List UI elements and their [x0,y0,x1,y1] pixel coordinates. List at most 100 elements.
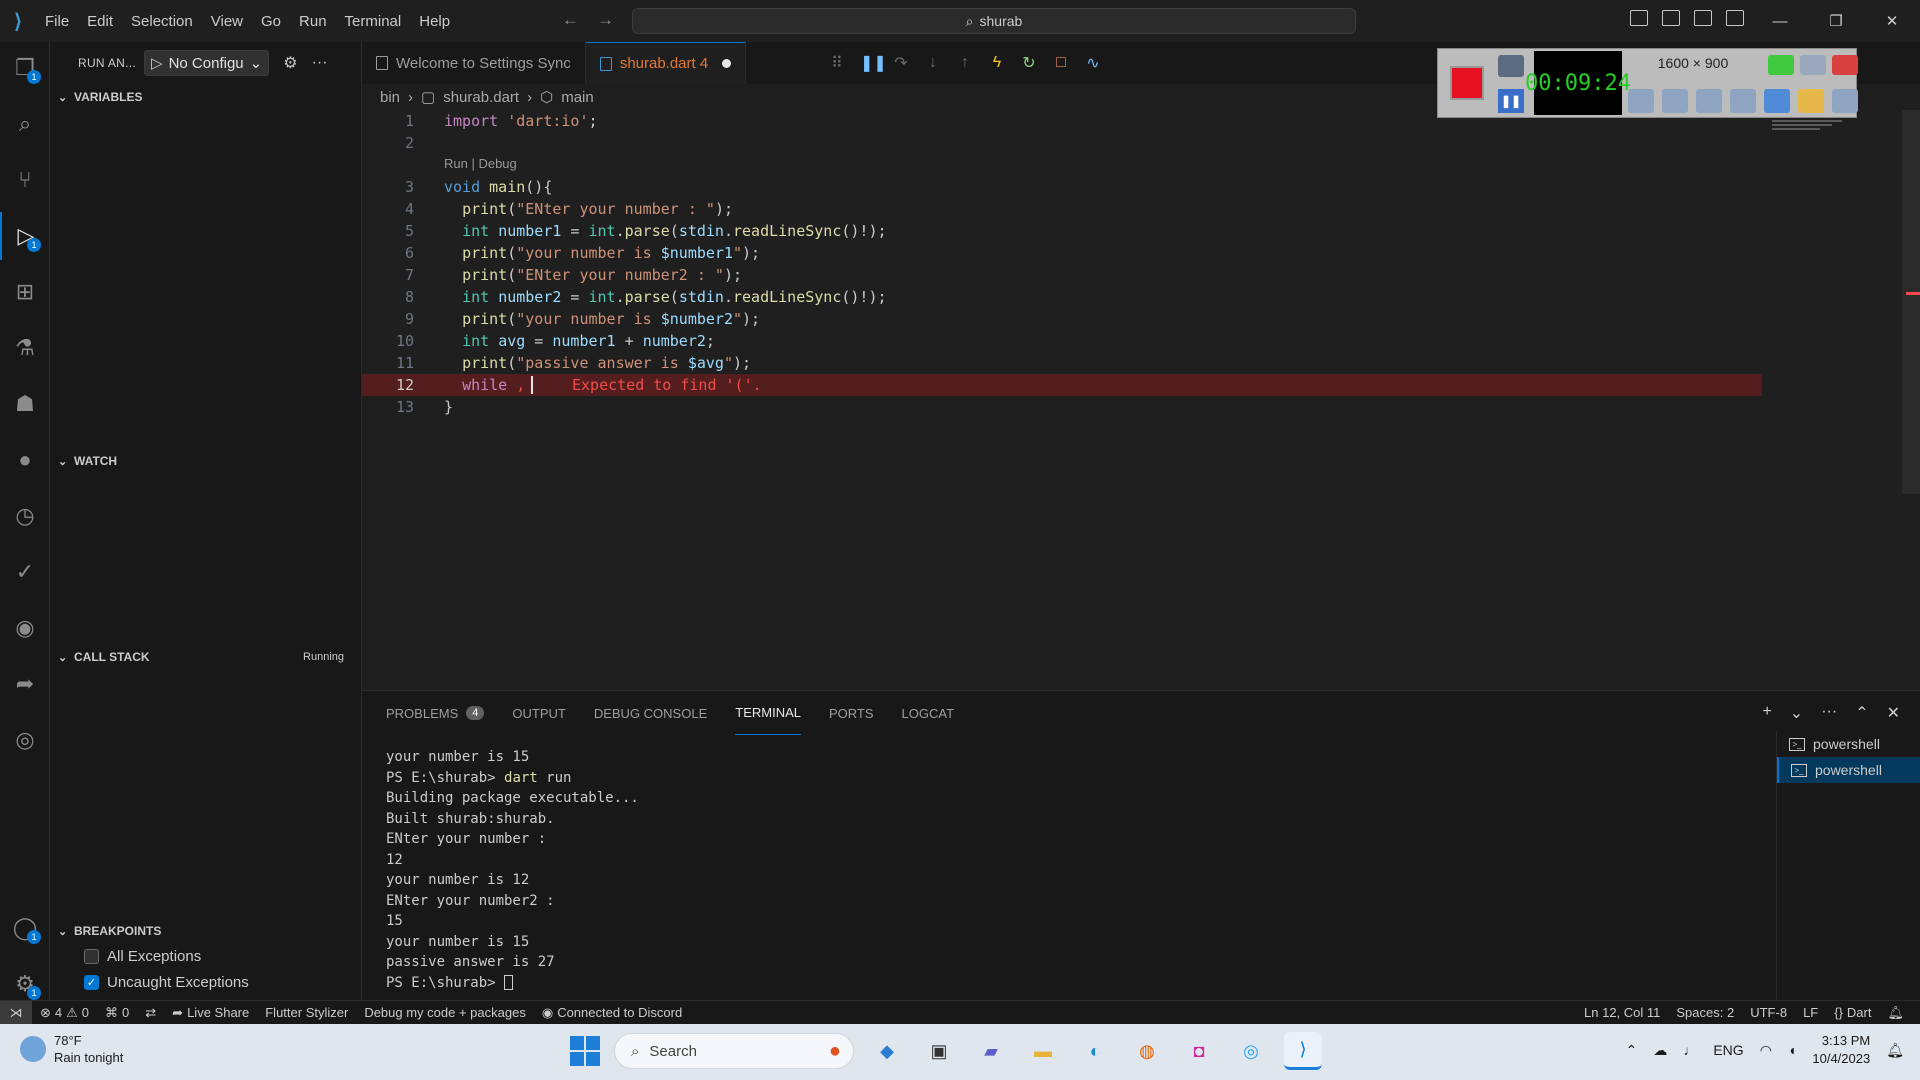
maximize-panel-icon[interactable]: ⌃ [1855,703,1868,723]
camera-icon[interactable] [1498,55,1524,77]
tab-welcome-settings-sync[interactable]: Welcome to Settings Sync [362,42,586,84]
clock[interactable]: 3:13 PM 10/4/2023 [1812,1032,1870,1068]
weather-widget[interactable]: 78°F Rain tonight [20,1032,123,1066]
record-stop-button[interactable] [1450,66,1484,100]
terminal-item-selected[interactable]: >_ powershell [1777,757,1920,783]
instagram-icon[interactable]: ◘ [1180,1032,1218,1070]
extensions-icon[interactable]: ⊞ [0,268,50,316]
drag-handle-icon[interactable]: ⠿ [828,53,846,73]
firefox-icon[interactable]: ◍ [1128,1032,1166,1070]
tab-ports[interactable]: PORTS [829,691,874,735]
menu-edit[interactable]: Edit [78,13,122,30]
unsaved-dot-icon[interactable] [722,59,732,68]
command-center-search[interactable]: ⌕ shurab [632,8,1356,34]
source-control-icon[interactable]: ⑂ [0,156,50,204]
search-icon[interactable]: ⌕ [0,100,50,148]
remote-indicator-icon[interactable]: ⋊ [0,1000,32,1025]
code-line[interactable]: 5 int number1 = int.parse(stdin.readLine… [362,220,1762,242]
run-debug-icon[interactable]: ▷ 1 [0,212,50,260]
code-line[interactable]: 2 [362,132,1762,154]
watch-section-header[interactable]: ⌄ WATCH [50,450,362,472]
code-line[interactable]: 8 int number2 = int.parse(stdin.readLine… [362,286,1762,308]
onedrive-cloud-icon[interactable]: ☁ [1653,1042,1667,1059]
discord-status[interactable]: ◉ Connected to Discord [534,1005,690,1021]
minimize-icon[interactable]: — [1752,0,1808,42]
menu-view[interactable]: View [202,13,252,30]
messenger-icon[interactable]: ◎ [1232,1032,1270,1070]
ports-status[interactable]: ⌘ 0 [97,1005,137,1021]
language-mode[interactable]: {} Dart [1826,1005,1879,1021]
notifications-bell-icon[interactable]: 🔔︎ [1879,1005,1912,1021]
toggle-secondary-sidebar-icon[interactable] [1694,10,1712,26]
menu-selection[interactable]: Selection [122,13,202,30]
hot-reload-icon[interactable]: ϟ [988,54,1006,72]
breadcrumb-symbol[interactable]: main [561,89,594,106]
close-icon[interactable] [1832,55,1858,75]
terminal-item[interactable]: >_ powershell [1777,731,1920,757]
flutter-stylizer-status[interactable]: Flutter Stylizer [257,1005,356,1020]
devtools-icon[interactable]: ∿ [1084,53,1102,73]
volume-icon[interactable]: ◖ [1788,1042,1796,1058]
terminal-output[interactable]: your number is 15 PS E:\shurab> dart run B… [386,747,1766,993]
close-icon[interactable]: ✕ [1864,0,1920,42]
task-view-icon[interactable]: ▣ [920,1032,958,1070]
speaker-icon[interactable] [1628,89,1654,113]
more-actions-icon[interactable]: ··· [1821,703,1837,723]
tab-shurab-dart[interactable]: shurab.dart 4 [585,42,747,84]
live-share-status[interactable]: ➦ Live Share [164,1005,257,1021]
toggle-sidebar-icon[interactable] [1630,10,1648,26]
wifi-icon[interactable]: ◠ [1760,1042,1772,1059]
forward-arrow-icon[interactable]: → [597,10,614,30]
tab-logcat[interactable]: LOGCAT [902,691,955,735]
code-line[interactable]: 13 } [362,396,1762,418]
code-editor[interactable]: 1 import 'dart:io'; 2 Run | Debug 3 void… [362,110,1902,690]
breakpoint-all-exceptions[interactable]: All Exceptions [84,948,201,965]
pen-icon[interactable] [1764,89,1790,113]
terminal-prompt-line[interactable]: PS E:\shurab> [386,973,1766,994]
account-icon[interactable]: ◯ 1 [0,904,50,952]
remote-explorer-icon[interactable]: ◎ [0,716,50,764]
end-of-line[interactable]: LF [1795,1005,1826,1021]
breakpoints-section-header[interactable]: ⌄ BREAKPOINTS [50,920,362,942]
code-line[interactable]: 11 print("passive answer is $avg"); [362,352,1762,374]
code-line[interactable]: 6 print("your number is $number1"); [362,242,1762,264]
edge-browser-icon[interactable]: ◐ [1076,1032,1114,1070]
microphone-icon[interactable]: ♩ [1683,1042,1697,1058]
back-arrow-icon[interactable]: ← [562,10,579,30]
copilot-app-icon[interactable]: ◆ [868,1032,906,1070]
start-debugging-icon[interactable]: ▷ [151,54,163,72]
pause-icon[interactable]: ❚❚ [860,53,887,73]
cursor-icon[interactable] [1730,89,1756,113]
cursor-position[interactable]: Ln 12, Col 11 [1576,1005,1668,1021]
customize-layout-icon[interactable] [1726,10,1744,26]
restore-icon[interactable]: ❐ [1808,0,1864,42]
menu-run[interactable]: Run [290,13,336,30]
step-into-icon[interactable]: ↓ [924,54,942,72]
microphone-icon[interactable] [1662,89,1688,113]
taskbar-search[interactable]: ⌕ Search ● [614,1033,854,1069]
code-line[interactable]: 4 print("ENter your number : "); [362,198,1762,220]
editor-scrollbar[interactable] [1902,110,1920,494]
notification-bell-icon[interactable]: 🔔︎ [1886,1042,1904,1059]
checkmark-icon[interactable]: ✓ [0,548,50,596]
problems-status[interactable]: ⊗ 4 ⚠ 0 [32,1005,97,1021]
tab-problems[interactable]: PROBLEMS 4 [386,691,485,735]
launch-config-select[interactable]: ▷ No Configu ⌄ [144,50,270,76]
tab-terminal[interactable]: TERMINAL [735,691,801,735]
code-line[interactable]: 3 void main(){ [362,176,1762,198]
github-icon[interactable]: ◉ [0,604,50,652]
breadcrumb-folder[interactable]: bin [380,89,400,106]
gear-icon[interactable]: ⚙ [283,53,297,73]
live-share-icon[interactable]: ➦ [0,660,50,708]
code-line[interactable]: 10 int avg = number1 + number2; [362,330,1762,352]
menu-help[interactable]: Help [410,13,459,30]
checkbox-checked[interactable]: ✓ [84,975,99,990]
minimize-icon[interactable] [1800,55,1826,75]
windows-start-icon[interactable] [570,1036,600,1066]
testing-icon[interactable]: ⚗ [0,324,50,372]
bug-icon[interactable]: ● [0,436,50,484]
checkbox[interactable] [84,949,99,964]
settings-gear-icon[interactable] [1832,89,1858,113]
tab-debug-console[interactable]: DEBUG CONSOLE [594,691,707,735]
chevron-up-icon[interactable]: ⌃ [1626,1042,1638,1059]
